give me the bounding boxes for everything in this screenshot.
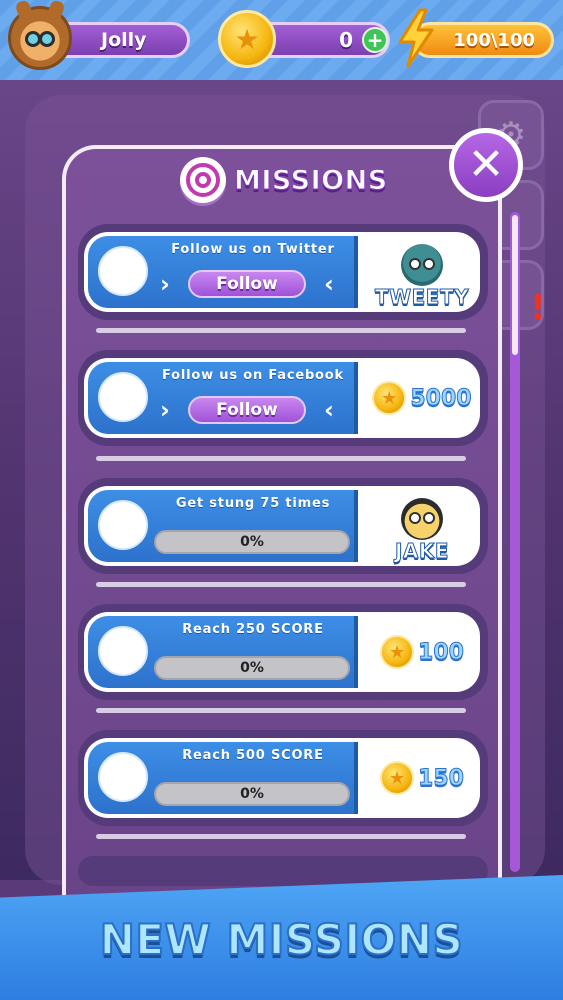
coin-reward: ★ 100 <box>364 612 480 692</box>
follow-twitter-button[interactable]: Follow <box>188 270 306 298</box>
arrow-right-icon: › <box>160 270 170 298</box>
mission-row-facebook: Follow us on Facebook › Follow ‹ ★ 5000 <box>84 358 480 438</box>
player-name: Jolly <box>101 29 147 51</box>
panel-header: MISSIONS <box>180 154 390 206</box>
coin-count: 0 <box>339 28 353 52</box>
mission-row-stung: Get stung 75 times 0% JAKE <box>84 486 480 566</box>
coin-icon: ★ <box>218 10 276 68</box>
tweety-character-icon <box>401 244 443 286</box>
reward-character-name: TWEETY <box>374 285 470 309</box>
scrollbar-thumb[interactable] <box>512 215 518 355</box>
divider <box>96 328 466 333</box>
alert-icon: ! <box>530 288 546 328</box>
mission-row-score-250: Reach 250 SCORE 0% ★ 100 <box>84 612 480 692</box>
mission-title: Follow us on Facebook <box>162 368 344 383</box>
divider <box>96 582 466 587</box>
arrow-left-icon: ‹ <box>324 270 334 298</box>
coin-icon: ★ <box>380 635 415 669</box>
mission-status-circle <box>98 500 148 550</box>
progress-bar: 0% <box>154 530 350 554</box>
coin-reward: ★ 5000 <box>364 358 480 438</box>
player-avatar[interactable] <box>8 0 72 70</box>
mission-status-circle <box>98 626 148 676</box>
progress-bar: 0% <box>154 656 350 680</box>
close-icon: ✕ <box>467 139 505 190</box>
progress-bar: 0% <box>154 782 350 806</box>
mission-row-twitter: Follow us on Twitter › Follow ‹ TWEETY <box>84 232 480 312</box>
follow-facebook-button[interactable]: Follow <box>188 396 306 424</box>
mission-title: Reach 250 SCORE <box>182 622 324 637</box>
mission-title: Get stung 75 times <box>175 496 331 511</box>
panel-title: MISSIONS <box>234 164 388 196</box>
lightning-bolt-icon <box>398 8 434 68</box>
mission-status-circle <box>98 246 148 296</box>
divider <box>96 456 466 461</box>
add-coins-button[interactable]: + <box>362 27 388 53</box>
reward-character: TWEETY <box>372 236 472 309</box>
energy-count: 100\100 <box>453 29 535 51</box>
mission-row-score-500: Reach 500 SCORE 0% ★ 150 <box>84 738 480 818</box>
reward-amount: 150 <box>418 765 465 791</box>
divider <box>96 834 466 839</box>
mission-title: Reach 500 SCORE <box>182 748 324 763</box>
reward-character-name: JAKE <box>394 539 450 563</box>
reward-character: JAKE <box>372 490 472 563</box>
mission-title: Follow us on Twitter <box>171 242 335 257</box>
mission-status-circle <box>98 752 148 802</box>
banner-title: NEW MISSIONS <box>99 914 464 965</box>
coin-reward: ★ 150 <box>364 738 480 818</box>
close-button[interactable]: ✕ <box>449 128 523 202</box>
coin-icon: ★ <box>372 381 407 415</box>
target-icon <box>180 157 226 203</box>
reward-amount: 100 <box>418 639 465 665</box>
divider <box>96 708 466 713</box>
arrow-left-icon: ‹ <box>324 396 334 424</box>
coin-icon: ★ <box>380 761 415 795</box>
mission-status-circle <box>98 372 148 422</box>
reward-amount: 5000 <box>410 385 472 411</box>
arrow-right-icon: › <box>160 396 170 424</box>
jake-character-icon <box>401 498 443 540</box>
